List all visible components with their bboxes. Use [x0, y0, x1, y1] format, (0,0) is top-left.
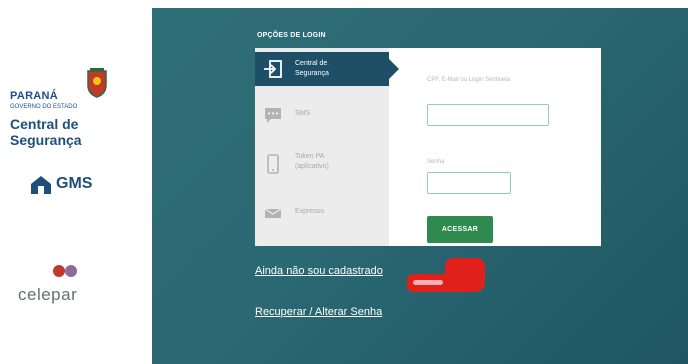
recover-password-link[interactable]: Recuperar / Alterar Senha	[255, 306, 382, 318]
login-icon	[264, 60, 282, 78]
user-label: CPF, E-Mail ou Login Sentinela	[427, 77, 511, 83]
parana-logo: PARANÁ GOVERNO DO ESTADO Central de Segu…	[10, 62, 140, 162]
gms-house-icon	[31, 176, 51, 194]
password-input[interactable]	[427, 172, 511, 194]
celepar-dots-icon	[53, 265, 77, 277]
user-input[interactable]	[427, 104, 549, 126]
tab-central-seguranca[interactable]: Central de Segurança	[255, 52, 399, 86]
login-panel: OPÇÕES DE LOGIN Central de Segurança SMS	[152, 8, 688, 364]
app-title: Central de Segurança	[10, 116, 82, 148]
sms-icon	[265, 108, 281, 123]
phone-icon	[267, 154, 279, 174]
tab-label: Central de Segurança	[295, 60, 329, 77]
password-label: Senha	[427, 159, 445, 165]
login-options-list: Central de Segurança SMS Token PA (aplic…	[255, 48, 399, 246]
pointing-hand-icon	[407, 258, 485, 292]
celepar-logo: celepar	[18, 258, 118, 308]
mail-icon	[264, 208, 282, 218]
register-link[interactable]: Ainda não sou cadastrado	[255, 265, 383, 277]
company-name: celepar	[18, 285, 78, 304]
tab-token-pa[interactable]: Token PA (aplicativo)	[255, 144, 389, 184]
tab-label: SMS	[295, 110, 311, 117]
left-sidebar: PARANÁ GOVERNO DO ESTADO Central de Segu…	[0, 0, 152, 364]
gms-label: GMS	[56, 175, 93, 192]
login-options-heading: OPÇÕES DE LOGIN	[257, 32, 326, 39]
state-name: PARANÁ	[10, 90, 59, 102]
parana-shield-icon	[87, 68, 107, 98]
tab-label: Expresso	[295, 208, 325, 215]
tab-sms[interactable]: SMS	[255, 98, 389, 134]
login-card: Central de Segurança SMS Token PA (aplic…	[255, 48, 601, 246]
tab-expresso[interactable]: Expresso	[255, 196, 389, 232]
acessar-button[interactable]: ACESSAR	[427, 216, 493, 243]
tab-label: Token PA (aplicativo)	[295, 153, 329, 170]
state-subtitle: GOVERNO DO ESTADO	[10, 104, 78, 110]
